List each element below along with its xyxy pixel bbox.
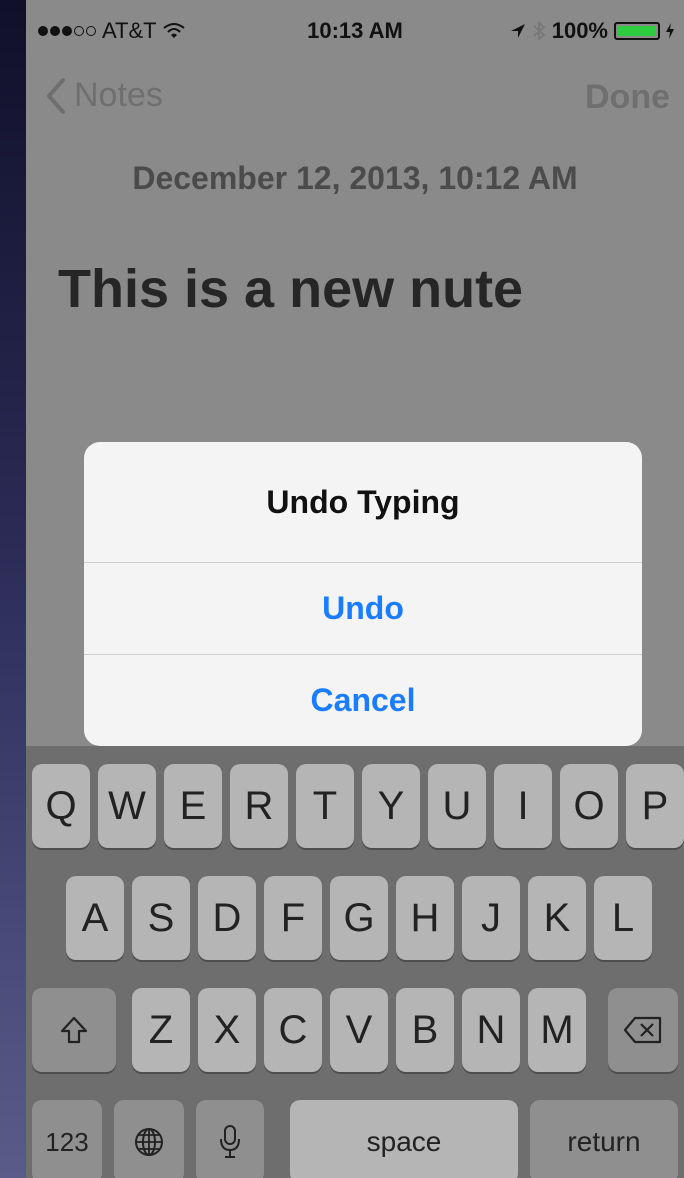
key-w[interactable]: W <box>98 764 156 848</box>
undo-button[interactable]: Undo <box>84 562 642 654</box>
back-button[interactable]: Notes <box>46 76 163 115</box>
key-p[interactable]: P <box>626 764 684 848</box>
shift-key[interactable] <box>32 988 116 1072</box>
microphone-key[interactable] <box>196 1100 264 1178</box>
globe-key[interactable] <box>114 1100 184 1178</box>
key-g[interactable]: G <box>330 876 388 960</box>
done-button[interactable]: Done <box>585 78 670 117</box>
shift-icon <box>60 1016 88 1044</box>
keyboard: Q W E R T Y U I O P A S D F G H J K L Z … <box>26 746 684 1178</box>
key-x[interactable]: X <box>198 988 256 1072</box>
key-z[interactable]: Z <box>132 988 190 1072</box>
alert-title: Undo Typing <box>266 484 460 520</box>
key-d[interactable]: D <box>198 876 256 960</box>
key-r[interactable]: R <box>230 764 288 848</box>
key-y[interactable]: Y <box>362 764 420 848</box>
delete-icon <box>623 1016 662 1044</box>
key-f[interactable]: F <box>264 876 322 960</box>
key-i[interactable]: I <box>494 764 552 848</box>
status-bar: AT&T 10:13 AM 100% <box>26 0 684 64</box>
phone-screen: AT&T 10:13 AM 100% Notes Done December 1… <box>26 0 684 1178</box>
key-a[interactable]: A <box>66 876 124 960</box>
key-l[interactable]: L <box>594 876 652 960</box>
return-key[interactable]: return <box>530 1100 678 1178</box>
key-h[interactable]: H <box>396 876 454 960</box>
key-c[interactable]: C <box>264 988 322 1072</box>
key-q[interactable]: Q <box>32 764 90 848</box>
bluetooth-icon <box>533 21 546 41</box>
key-s[interactable]: S <box>132 876 190 960</box>
cancel-button[interactable]: Cancel <box>84 654 642 746</box>
key-o[interactable]: O <box>560 764 618 848</box>
location-icon <box>510 24 525 38</box>
status-right: 100% <box>510 18 674 44</box>
chevron-left-icon <box>47 77 65 114</box>
space-key[interactable]: space <box>290 1100 518 1178</box>
back-label: Notes <box>74 76 163 114</box>
battery-icon <box>614 22 660 40</box>
charging-icon <box>666 23 674 39</box>
note-text[interactable]: This is a new nute <box>58 258 523 320</box>
navigation-bar: Notes Done <box>26 70 684 126</box>
microphone-icon <box>220 1125 240 1158</box>
key-e[interactable]: E <box>164 764 222 848</box>
numbers-key[interactable]: 123 <box>32 1100 102 1178</box>
key-u[interactable]: U <box>428 764 486 848</box>
key-k[interactable]: K <box>528 876 586 960</box>
key-m[interactable]: M <box>528 988 586 1072</box>
key-n[interactable]: N <box>462 988 520 1072</box>
key-b[interactable]: B <box>396 988 454 1072</box>
key-v[interactable]: V <box>330 988 388 1072</box>
battery-percent: 100% <box>551 18 608 43</box>
key-t[interactable]: T <box>296 764 354 848</box>
note-date: December 12, 2013, 10:12 AM <box>132 160 578 196</box>
key-j[interactable]: J <box>462 876 520 960</box>
undo-alert: Undo Typing Undo Cancel <box>84 442 642 746</box>
delete-key[interactable] <box>608 988 678 1072</box>
globe-icon <box>135 1128 163 1156</box>
